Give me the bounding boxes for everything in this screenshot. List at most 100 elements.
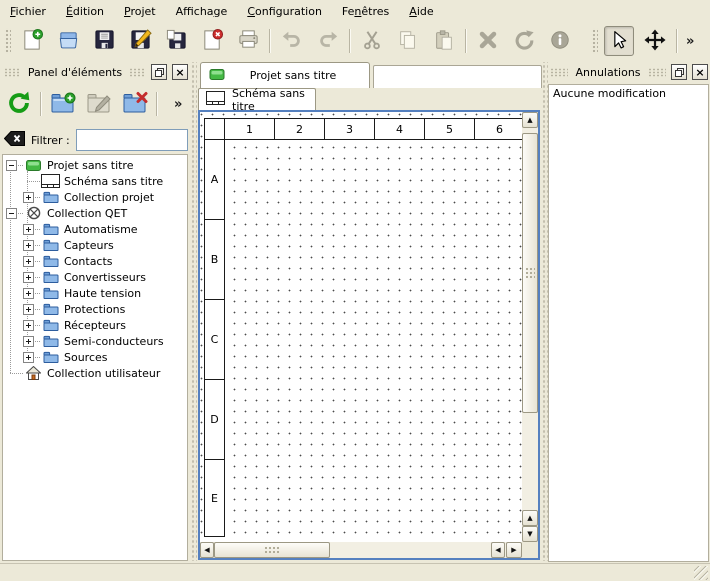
- scroll-left-button[interactable]: ◀: [491, 542, 505, 558]
- save-all-icon: [165, 28, 188, 54]
- tree-item-label: Collection projet: [64, 191, 154, 204]
- info-disabled-button[interactable]: [545, 26, 575, 56]
- move-arrows-icon: [644, 29, 666, 54]
- expand-expander[interactable]: [23, 272, 34, 283]
- collapse-expander[interactable]: [6, 208, 17, 219]
- column-header: 2: [274, 118, 325, 140]
- save-button[interactable]: [89, 26, 119, 56]
- vertical-scroll-thumb[interactable]: [522, 133, 538, 413]
- tree-item-contacts[interactable]: Contacts: [3, 253, 187, 269]
- tree-item-collection-qet[interactable]: Collection QET: [3, 205, 187, 221]
- save-as-button[interactable]: [125, 26, 155, 56]
- scroll-left-button[interactable]: ◀: [200, 542, 214, 558]
- undo-panel-titlebar[interactable]: Annulations ×: [550, 64, 708, 80]
- left-splitter[interactable]: [190, 62, 197, 561]
- filter-input[interactable]: [76, 129, 188, 151]
- tree-item-label: Sources: [64, 351, 108, 364]
- tree-item-collection-projet[interactable]: Collection projet: [3, 189, 187, 205]
- tree-item-capteurs[interactable]: Capteurs: [3, 237, 187, 253]
- new-category-button[interactable]: [48, 88, 78, 120]
- edit-category-button[interactable]: [84, 88, 114, 120]
- tab-label: Projet sans titre: [250, 69, 337, 82]
- panel-overflow-chevron[interactable]: »: [172, 97, 184, 112]
- tree-item-recepteurs[interactable]: Récepteurs: [3, 317, 187, 333]
- menu-configuration[interactable]: Configuration: [237, 2, 332, 21]
- expand-expander[interactable]: [23, 240, 34, 251]
- close-panel-button[interactable]: ×: [692, 64, 708, 80]
- open-folder-icon: [57, 28, 80, 54]
- print-button[interactable]: [233, 26, 263, 56]
- toolbar-drag-handle[interactable]: [591, 28, 598, 54]
- column-header: 3: [324, 118, 375, 140]
- right-splitter[interactable]: [541, 62, 548, 561]
- toolbar-overflow-chevron[interactable]: »: [684, 34, 696, 49]
- undo-icon: [281, 29, 303, 54]
- float-panel-button[interactable]: [151, 64, 167, 80]
- close-file-button[interactable]: [197, 26, 227, 56]
- expand-expander[interactable]: [23, 256, 34, 267]
- tree-item-collection-utilisateur[interactable]: Collection utilisateur: [3, 365, 187, 381]
- filter-label: Filtrer :: [31, 134, 70, 147]
- folder-edit-icon: [86, 90, 112, 119]
- tree-item-haute-tension[interactable]: Haute tension: [3, 285, 187, 301]
- elements-tree: Projet sans titre Schéma sans titre Coll…: [2, 154, 188, 561]
- scroll-down-button[interactable]: ▼: [522, 526, 538, 542]
- tab-projet-sans-titre[interactable]: Projet sans titre: [200, 62, 370, 88]
- save-all-button[interactable]: [161, 26, 191, 56]
- undo-button[interactable]: [277, 26, 307, 56]
- cut-button[interactable]: [357, 26, 387, 56]
- reload-collections-button[interactable]: [4, 88, 34, 120]
- undo-history-list[interactable]: Aucune modification: [548, 84, 709, 562]
- folder-icon: [41, 255, 60, 267]
- copy-button[interactable]: [393, 26, 423, 56]
- expand-expander[interactable]: [23, 352, 34, 363]
- expand-expander[interactable]: [23, 192, 34, 203]
- redo-button[interactable]: [313, 26, 343, 56]
- menu-edition[interactable]: Édition: [56, 2, 114, 21]
- folder-icon: [41, 335, 60, 347]
- vertical-scrollbar[interactable]: ▲ ▲ ▼: [522, 112, 538, 542]
- column-header-row: 1 2 3 4 5 6: [204, 118, 522, 140]
- resize-grip[interactable]: [694, 566, 708, 580]
- selection-mode-button[interactable]: [604, 26, 634, 56]
- titlebar-texture: [4, 68, 21, 77]
- tree-item-protections[interactable]: Protections: [3, 301, 187, 317]
- diagram-canvas[interactable]: 1 2 3 4 5 6 A B C D E: [200, 112, 522, 542]
- collapse-expander[interactable]: [6, 160, 17, 171]
- toolbar-drag-handle[interactable]: [4, 28, 11, 54]
- rotate-icon: [513, 29, 535, 54]
- scroll-up-button[interactable]: ▲: [522, 112, 538, 128]
- rotate-button[interactable]: [509, 26, 539, 56]
- tree-item-schema-sans-titre[interactable]: Schéma sans titre: [3, 173, 187, 189]
- tree-item-automatisme[interactable]: Automatisme: [3, 221, 187, 237]
- float-panel-button[interactable]: [671, 64, 687, 80]
- expand-expander[interactable]: [23, 224, 34, 235]
- scroll-up-button[interactable]: ▲: [522, 510, 538, 526]
- menu-aide[interactable]: Aide: [399, 2, 443, 21]
- pan-mode-button[interactable]: [640, 26, 670, 56]
- expand-expander[interactable]: [23, 288, 34, 299]
- scroll-right-button[interactable]: ▶: [506, 542, 522, 558]
- menu-affichage[interactable]: Affichage: [166, 2, 238, 21]
- horizontal-scrollbar[interactable]: ◀ ◀ ▶: [200, 542, 522, 558]
- close-panel-button[interactable]: ×: [172, 64, 188, 80]
- menu-fichier[interactable]: Fichier: [0, 2, 56, 21]
- expand-expander[interactable]: [23, 304, 34, 315]
- expand-expander[interactable]: [23, 336, 34, 347]
- delete-category-button[interactable]: [120, 88, 150, 120]
- menu-projet[interactable]: Projet: [114, 2, 166, 21]
- tree-item-convertisseurs[interactable]: Convertisseurs: [3, 269, 187, 285]
- expand-expander[interactable]: [23, 320, 34, 331]
- menu-fenetres[interactable]: Fenêtres: [332, 2, 399, 21]
- elements-panel-titlebar[interactable]: Panel d'éléments ×: [4, 64, 188, 80]
- tree-item-sources[interactable]: Sources: [3, 349, 187, 365]
- delete-button[interactable]: [473, 26, 503, 56]
- paste-button[interactable]: [429, 26, 459, 56]
- open-project-button[interactable]: [53, 26, 83, 56]
- clear-filter-icon[interactable]: [4, 131, 25, 149]
- horizontal-scroll-thumb[interactable]: [214, 542, 330, 558]
- new-project-button[interactable]: [17, 26, 47, 56]
- tree-item-projet-sans-titre[interactable]: Projet sans titre: [3, 157, 187, 173]
- tab-schema-sans-titre[interactable]: Schéma sans titre: [198, 88, 316, 110]
- tree-item-semi-conducteurs[interactable]: Semi-conducteurs: [3, 333, 187, 349]
